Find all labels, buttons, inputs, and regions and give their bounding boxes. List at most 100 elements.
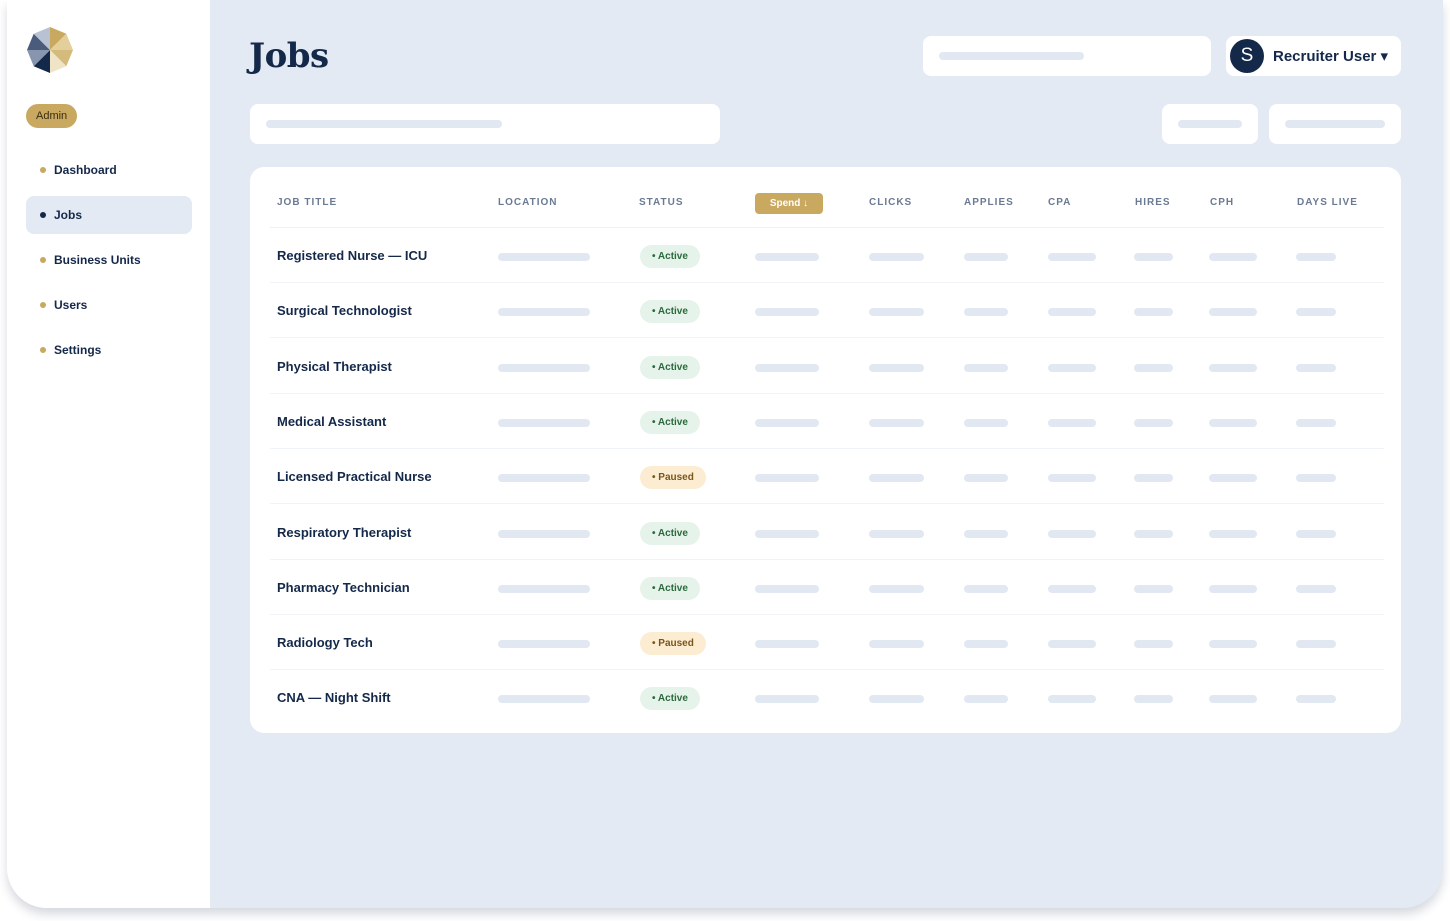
column-header-clicks[interactable]: CLICKS: [869, 197, 912, 208]
status-badge: • Active: [640, 300, 700, 324]
column-header-applies[interactable]: APPLIES: [964, 197, 1014, 208]
location-skeleton: [498, 640, 590, 649]
location-skeleton: [498, 253, 590, 261]
sidebar-item-users[interactable]: Users: [26, 286, 192, 324]
metric-skeleton: [1209, 640, 1257, 649]
metric-skeleton: [964, 418, 1008, 427]
metric-skeleton: [869, 584, 924, 593]
metric-skeleton: [964, 529, 1008, 538]
sidebar-item-label: Jobs: [54, 208, 83, 222]
metric-skeleton: [1048, 253, 1096, 261]
metric-skeleton: [1209, 474, 1257, 483]
metric-skeleton: [1296, 640, 1336, 649]
metric-skeleton: [1048, 418, 1096, 427]
metric-skeleton: [1209, 253, 1257, 261]
metric-skeleton: [869, 253, 924, 261]
metric-skeleton: [869, 640, 924, 649]
metric-skeleton: [1209, 529, 1257, 538]
table-row[interactable]: Respiratory Therapist • Active: [270, 505, 1384, 560]
metric-skeleton: [1134, 363, 1173, 372]
job-title-link[interactable]: Respiratory Therapist: [277, 505, 411, 560]
location-skeleton: [498, 308, 590, 317]
metric-skeleton: [964, 363, 1008, 372]
column-header-cph[interactable]: CPH: [1210, 197, 1234, 208]
table-row[interactable]: Medical Assistant • Active: [270, 394, 1384, 449]
job-title-link[interactable]: CNA — Night Shift: [277, 670, 391, 725]
search-input[interactable]: [923, 36, 1211, 76]
filter-button[interactable]: [1162, 104, 1258, 144]
bullet-icon: [40, 257, 46, 263]
table-row[interactable]: Registered Nurse — ICU • Active: [270, 228, 1384, 283]
metric-skeleton: [1134, 474, 1173, 483]
job-title-link[interactable]: Registered Nurse — ICU: [277, 228, 427, 283]
metric-skeleton: [1048, 474, 1096, 483]
job-title-link[interactable]: Surgical Technologist: [277, 283, 412, 338]
job-title-link[interactable]: Pharmacy Technician: [277, 560, 410, 615]
label-skeleton: [1285, 120, 1385, 128]
metric-skeleton: [755, 640, 819, 649]
jobs-table: JOB TITLE LOCATION STATUS Spend ↓ CLICKS…: [250, 167, 1401, 733]
metric-skeleton: [1296, 308, 1336, 317]
bullet-icon: [40, 347, 46, 353]
bullet-icon: [40, 167, 46, 173]
table-row[interactable]: Pharmacy Technician • Active: [270, 560, 1384, 615]
job-title-link[interactable]: Medical Assistant: [277, 394, 386, 449]
metric-skeleton: [1296, 363, 1336, 372]
table-row[interactable]: Radiology Tech • Paused: [270, 615, 1384, 671]
metric-skeleton: [1209, 363, 1257, 372]
location-skeleton: [498, 418, 590, 427]
column-header-days-live[interactable]: DAYS LIVE: [1297, 197, 1358, 208]
column-header-location[interactable]: LOCATION: [498, 197, 557, 208]
job-title-link[interactable]: Radiology Tech: [277, 615, 373, 670]
metric-skeleton: [964, 640, 1008, 649]
table-row[interactable]: CNA — Night Shift • Active: [270, 670, 1384, 725]
metric-skeleton: [1048, 640, 1096, 649]
metric-skeleton: [755, 418, 819, 427]
metric-skeleton: [1209, 695, 1257, 704]
metric-skeleton: [1209, 584, 1257, 593]
sidebar-item-settings[interactable]: Settings: [26, 331, 192, 369]
metric-skeleton: [755, 695, 819, 704]
column-header-job-title[interactable]: JOB TITLE: [277, 197, 337, 208]
location-skeleton: [498, 529, 590, 538]
sidebar-item-label: Settings: [54, 343, 102, 357]
sidebar-item-dashboard[interactable]: Dashboard: [26, 151, 192, 189]
sidebar-item-jobs[interactable]: Jobs: [26, 196, 192, 234]
table-row[interactable]: Surgical Technologist • Active: [270, 283, 1384, 339]
user-menu[interactable]: S Recruiter User ▾: [1226, 36, 1401, 76]
metric-skeleton: [1134, 308, 1173, 317]
column-header-status[interactable]: STATUS: [639, 197, 684, 208]
metric-skeleton: [1296, 695, 1336, 704]
metric-skeleton: [964, 584, 1008, 593]
metric-skeleton: [1048, 308, 1096, 317]
table-row[interactable]: Physical Therapist • Active: [270, 339, 1384, 394]
column-header-cpa[interactable]: CPA: [1048, 197, 1071, 208]
metric-skeleton: [869, 695, 924, 704]
metric-skeleton: [755, 529, 819, 538]
column-header-spend[interactable]: Spend ↓: [755, 193, 823, 214]
sidebar-item-business-units[interactable]: Business Units: [26, 241, 192, 279]
job-title-link[interactable]: Licensed Practical Nurse: [277, 449, 432, 504]
metric-skeleton: [1048, 584, 1096, 593]
metric-skeleton: [1134, 695, 1173, 704]
sidebar-nav: Dashboard Jobs Business Units Users Sett…: [26, 151, 192, 376]
status-badge: • Active: [640, 687, 700, 711]
filter-input[interactable]: [250, 104, 720, 144]
metric-skeleton: [1209, 418, 1257, 427]
metric-skeleton: [964, 308, 1008, 317]
column-header-hires[interactable]: HIRES: [1135, 197, 1171, 208]
table-row[interactable]: Licensed Practical Nurse • Paused: [270, 449, 1384, 505]
placeholder-skeleton: [266, 120, 502, 128]
metric-skeleton: [755, 584, 819, 593]
job-title-link[interactable]: Physical Therapist: [277, 339, 392, 394]
metric-skeleton: [755, 474, 819, 483]
location-skeleton: [498, 363, 590, 372]
user-name: Recruiter User ▾: [1273, 48, 1389, 65]
location-skeleton: [498, 474, 590, 483]
action-button[interactable]: [1269, 104, 1401, 144]
metric-skeleton: [964, 695, 1008, 704]
bullet-icon: [40, 302, 46, 308]
metric-skeleton: [755, 308, 819, 317]
metric-skeleton: [1209, 308, 1257, 317]
sidebar-item-label: Business Units: [54, 253, 141, 267]
